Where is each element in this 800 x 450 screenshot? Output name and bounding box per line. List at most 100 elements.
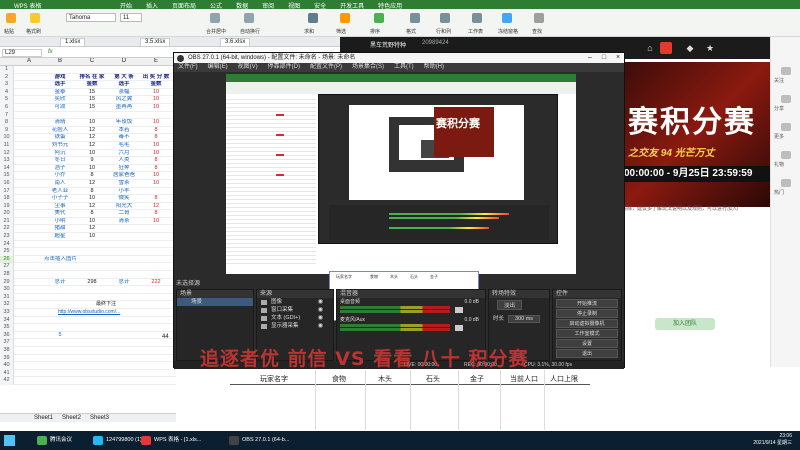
stop-recording-button[interactable]: 停止录制 — [556, 309, 618, 318]
table-row[interactable]: 35 — [0, 324, 176, 332]
row-number[interactable]: 16 — [0, 179, 14, 188]
start-icon[interactable] — [4, 435, 15, 446]
obs-menu-help[interactable]: 帮助(H) — [424, 63, 444, 72]
close-icon[interactable]: × — [612, 53, 624, 63]
cell[interactable]: 10 — [140, 218, 172, 225]
obs-preview[interactable]: 赛积分赛 — [226, 74, 576, 274]
table-row[interactable]: 2 游戏 排名 在 家第 大 条出 奖 分 数 — [0, 73, 176, 82]
cell[interactable]: 可颂 — [44, 104, 76, 111]
cell[interactable]: 12 — [76, 225, 108, 232]
cell[interactable]: 出 奖 分 数 — [140, 74, 172, 81]
tab-workbook-1[interactable]: 1.xlsx — [60, 38, 86, 46]
table-row[interactable]: 12 阿沉 10 六月 10 — [0, 149, 176, 158]
obs-menu-edit[interactable]: 编辑(E) — [208, 63, 228, 72]
taskbar-item-obs[interactable]: OBS 27.0.1 (64-b... — [228, 434, 289, 447]
cell[interactable]: 小羊 — [108, 188, 140, 195]
streamer-name[interactable]: 黑车荒野特种 — [370, 40, 406, 49]
column-header-e[interactable]: E — [140, 58, 172, 64]
table-row[interactable]: 15 小乔 8 居家爸爸 10 — [0, 172, 176, 180]
source-item-window[interactable]: 窗口采集 ◉ — [257, 306, 333, 314]
cell[interactable]: 8 — [76, 210, 108, 217]
source-item-display[interactable]: 显示器采集 ◉ — [257, 322, 333, 330]
obs-menu-scenes[interactable]: 场景集合(S) — [352, 63, 384, 72]
freeze-panes-icon[interactable] — [502, 13, 512, 23]
row-number[interactable]: 14 — [0, 164, 14, 173]
taskbar-item-wps[interactable]: WPS 表格 - [1.xls... — [140, 434, 201, 447]
cell[interactable]: 二哥 — [108, 210, 140, 217]
tab-workbook-2[interactable]: 3.5.xlsx — [140, 38, 171, 46]
row-number[interactable]: 37 — [0, 339, 14, 347]
row-number[interactable]: 5 — [0, 96, 14, 104]
cell[interactable]: 8 — [140, 195, 172, 202]
cell-reference-box[interactable]: L29 — [2, 49, 42, 57]
table-row[interactable]: 34 — [0, 316, 176, 325]
table-row[interactable]: 38 — [0, 346, 176, 355]
cell[interactable]: 本若 — [108, 127, 140, 134]
minimize-icon[interactable]: – — [584, 53, 596, 63]
row-number[interactable]: 27 — [0, 263, 14, 272]
cell[interactable]: 8 — [140, 165, 172, 172]
cell[interactable]: 风之翼 — [108, 96, 140, 103]
table-row[interactable]: 32 — [0, 301, 176, 309]
source-item-image[interactable]: 图像 ◉ — [257, 298, 333, 306]
table-row[interactable]: 30 — [0, 286, 176, 294]
event-banner[interactable]: 赛积分赛 之交友 94 光芒万丈 00:00:00 - 9月25日 23:59:… — [620, 62, 770, 207]
paste-icon[interactable] — [6, 13, 16, 23]
row-number[interactable]: 1 — [0, 66, 14, 74]
maximize-icon[interactable]: □ — [598, 53, 610, 63]
row-number[interactable]: 19 — [0, 202, 14, 211]
cell[interactable]: 金数 — [140, 81, 172, 88]
cell[interactable]: 10 — [140, 96, 172, 103]
row-number[interactable]: 15 — [0, 172, 14, 180]
table-row[interactable]: 25 — [0, 248, 176, 256]
merge-center-icon[interactable] — [210, 13, 220, 23]
join-team-button[interactable]: 加入团队 — [655, 318, 715, 330]
gift-icon[interactable] — [781, 151, 791, 159]
cell[interactable]: 刘书元 — [44, 142, 76, 149]
cell[interactable]: 排名 在 家 — [76, 74, 108, 81]
cell[interactable]: 8 — [140, 127, 172, 134]
row-number[interactable]: 39 — [0, 354, 14, 363]
table-row[interactable]: 13 冬日 9 人类 8 — [0, 157, 176, 165]
filter-icon[interactable] — [340, 13, 350, 23]
cell[interactable]: 铁蛋 — [44, 134, 76, 141]
table-row[interactable]: 22 猪甜 12 — [0, 225, 176, 234]
table-row[interactable]: 1 — [0, 66, 176, 74]
row-number[interactable]: 33 — [0, 309, 14, 317]
cell[interactable]: 微笑 — [108, 195, 140, 202]
table-row[interactable]: 16 南人 12 雪茶 10 — [0, 179, 176, 188]
table-row[interactable]: 31 — [0, 293, 176, 302]
table-row[interactable]: 5 奕欣 15 风之翼 10 — [0, 96, 176, 104]
cell[interactable]: 涨幅 — [108, 89, 140, 96]
cell[interactable]: 15 — [76, 89, 108, 96]
row-number[interactable]: 32 — [0, 301, 14, 309]
column-header-d[interactable]: D — [108, 58, 140, 64]
table-row[interactable]: 11 刘书元 12 毛毛 10 — [0, 141, 176, 150]
cell[interactable]: 居家爸爸 — [108, 172, 140, 179]
system-tray-clock[interactable]: 23:06 2021/9/14 星期三 — [753, 433, 792, 447]
table-row[interactable]: 29 总计 298 总计 222 — [0, 278, 176, 287]
star-icon[interactable]: ★ — [705, 43, 715, 53]
cell[interactable]: 222 — [140, 279, 172, 286]
row-number[interactable]: 26 — [0, 255, 14, 264]
row-number[interactable]: 25 — [0, 248, 14, 256]
fx-icon[interactable]: fx — [48, 49, 53, 55]
cell[interactable]: 12 — [140, 203, 172, 210]
cell[interactable]: 年夜饭 — [108, 119, 140, 126]
rows-cols-icon[interactable] — [440, 13, 450, 23]
cell[interactable]: 狂奔 — [108, 165, 140, 172]
sort-icon[interactable] — [374, 13, 384, 23]
row-number[interactable]: 8 — [0, 119, 14, 127]
cell[interactable]: 8 — [140, 157, 172, 164]
wrap-text-icon[interactable] — [244, 13, 254, 23]
cell[interactable]: 10 — [140, 172, 172, 179]
hot-icon[interactable] — [781, 179, 791, 187]
table-row[interactable]: 3 选手 金数 选手 金数 — [0, 81, 176, 89]
cell[interactable]: 清晴 — [44, 119, 76, 126]
obs-menu-docks[interactable]: 停靠部件(D) — [268, 63, 300, 72]
cell[interactable]: 10 — [140, 142, 172, 149]
cell[interactable]: 15 — [76, 96, 108, 103]
cell[interactable]: 游戏 — [44, 74, 76, 81]
row-number[interactable]: 7 — [0, 111, 14, 120]
table-row[interactable]: 26 点击插入图片 — [0, 255, 176, 264]
